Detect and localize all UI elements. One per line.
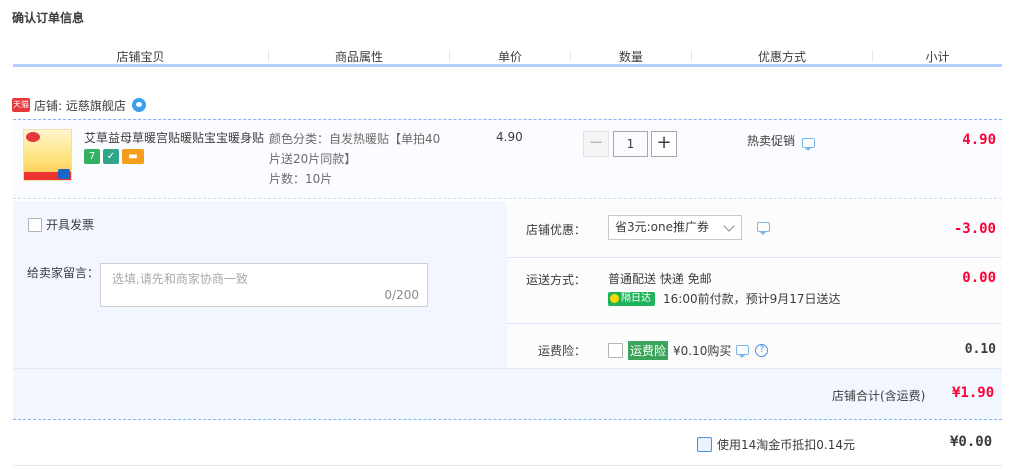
- column-header-unit-price: 单价: [497, 50, 522, 64]
- quantity-decrease-button[interactable]: −: [583, 131, 609, 157]
- seller-message-placeholder: 选填,请先和商家协商一致: [112, 272, 248, 286]
- column-header-discount: 优惠方式: [757, 50, 806, 64]
- product-attribute-line: 片送20片同款】: [269, 152, 357, 166]
- shipping-method-label: 运送方式：: [525, 273, 586, 287]
- freight-insurance-checkbox[interactable]: [608, 343, 623, 358]
- column-header-subtotal: 小计: [925, 50, 950, 64]
- guarantee-icon[interactable]: ✓: [103, 149, 119, 164]
- freight-insurance-badge: 运费险: [628, 341, 669, 360]
- coupon-comment-icon[interactable]: [757, 222, 770, 235]
- shop-coupon-label: 店铺优惠：: [525, 223, 586, 237]
- taobao-coins-option[interactable]: 使用14淘金币抵扣0.14元: [697, 436, 855, 453]
- service-badges: 7 ✓ ▬: [84, 149, 144, 164]
- freight-insurance-option[interactable]: 运费险 ¥0.10购买 ?: [608, 341, 769, 360]
- page-title: 确认订单信息: [12, 11, 85, 25]
- taobao-coins-value: ¥0.00: [950, 434, 993, 450]
- shop-coupon-amount: -3.00: [953, 221, 996, 237]
- invoice-checkbox[interactable]: [28, 217, 42, 232]
- shop-coupon-select[interactable]: 省3元:one推广券: [608, 215, 742, 240]
- product-attribute-line: 颜色分类：自发热暖贴【单拍40: [269, 132, 441, 146]
- product-title-link[interactable]: 艾草益母草暖宫贴暖贴宝宝暖身贴: [84, 129, 266, 146]
- product-thumbnail[interactable]: [23, 129, 72, 181]
- seller-message-label: 给卖家留言：: [27, 266, 100, 280]
- divider: [13, 419, 1002, 420]
- promotion-comment-icon[interactable]: [802, 138, 815, 151]
- quantity-input[interactable]: 1: [613, 131, 648, 157]
- insurance-comment-icon[interactable]: [736, 344, 750, 358]
- shop-row: 天猫 店铺: 远慈旗舰店: [12, 96, 146, 114]
- quantity-increase-button[interactable]: +: [651, 131, 677, 157]
- credit-card-icon[interactable]: ▬: [122, 149, 144, 164]
- insurance-comment-wrapper[interactable]: [736, 344, 750, 358]
- freight-insurance-price: ¥0.10购买: [673, 344, 732, 358]
- freight-insurance-amount: 0.10: [964, 342, 996, 357]
- shop-total-label: 店铺合计(含运费): [832, 389, 926, 403]
- invoice-option[interactable]: 开具发票: [28, 216, 94, 233]
- shipping-amount: 0.00: [962, 270, 996, 286]
- divider: [507, 323, 1002, 324]
- taobao-coins-label: 使用14淘金币抵扣0.14元: [717, 438, 855, 452]
- divider: [13, 465, 1002, 466]
- promotion-label: 热卖促销: [747, 134, 796, 148]
- item-subtotal: 4.90: [962, 132, 996, 148]
- divider: [507, 257, 1002, 258]
- shop-total-value: ¥1.90: [952, 385, 995, 401]
- next-day-icon: [610, 294, 619, 303]
- shipping-eta-row: 隔日达 16:00前付款，预计9月17日送达: [608, 290, 841, 307]
- shipping-eta: 16:00前付款，预计9月17日送达: [663, 292, 841, 306]
- seven-day-return-icon[interactable]: 7: [84, 149, 100, 164]
- freight-insurance-label: 运费险：: [537, 344, 586, 358]
- divider: [13, 368, 1002, 369]
- product-attribute-line: 片数：10片: [269, 172, 333, 186]
- seller-message-counter: 0/200: [384, 288, 419, 302]
- seller-message-textarea[interactable]: 选填,请先和商家协商一致 0/200: [100, 263, 428, 307]
- wangwang-chat-icon[interactable]: [131, 98, 146, 112]
- invoice-label: 开具发票: [46, 218, 95, 232]
- next-day-badge: 隔日达: [608, 291, 655, 306]
- thumbnail-logo-icon: [26, 132, 40, 142]
- column-header-quantity: 数量: [618, 50, 643, 64]
- tmall-icon: 天猫: [12, 98, 30, 112]
- taobao-coins-checkbox[interactable]: [697, 437, 712, 452]
- column-header-shop-item: 店铺宝贝: [116, 50, 165, 64]
- next-day-label: 隔日达: [621, 292, 651, 304]
- shop-coupon-selected: 省3元:one推广券: [615, 220, 710, 234]
- header-underline: [13, 64, 1002, 67]
- help-icon[interactable]: ?: [755, 344, 769, 357]
- thumbnail-badge-icon: [58, 169, 70, 179]
- chevron-down-icon: [723, 220, 735, 232]
- shipping-method: 普通配送 快递 免邮: [608, 272, 712, 286]
- unit-price: 4.90: [496, 130, 523, 144]
- shop-name[interactable]: 店铺: 远慈旗舰店: [34, 97, 126, 114]
- column-header-attributes: 商品属性: [334, 50, 383, 64]
